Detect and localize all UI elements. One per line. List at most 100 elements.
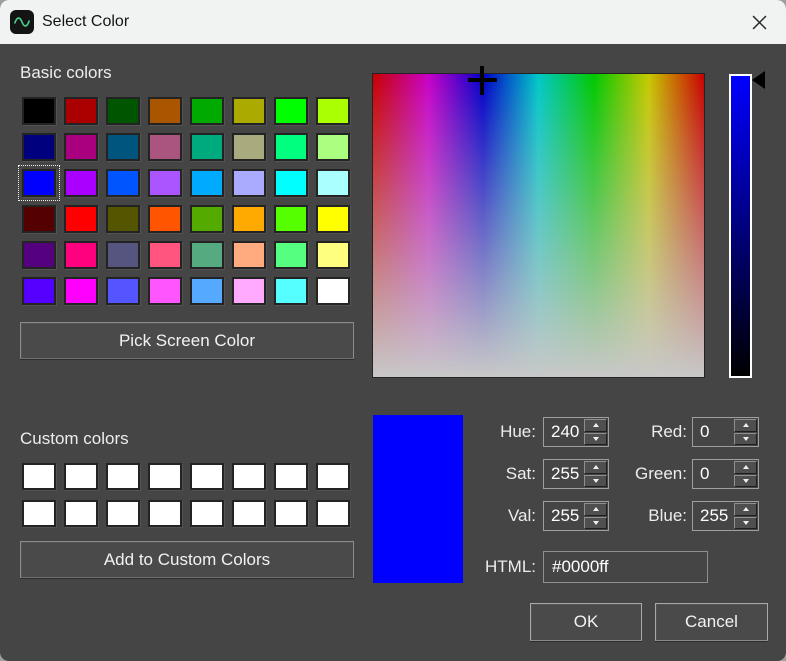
custom-color-swatch[interactable]: [106, 463, 140, 490]
custom-color-swatch[interactable]: [316, 500, 350, 527]
basic-color-swatch[interactable]: [190, 277, 224, 305]
basic-color-swatch[interactable]: [316, 277, 350, 305]
basic-color-swatch[interactable]: [274, 133, 308, 161]
basic-color-swatch[interactable]: [106, 97, 140, 125]
hue-sat-gradient[interactable]: [372, 73, 705, 378]
basic-color-swatch[interactable]: [22, 97, 56, 125]
custom-color-swatch[interactable]: [274, 463, 308, 490]
red-spin-up-button[interactable]: [734, 419, 757, 432]
basic-color-swatch[interactable]: [232, 169, 266, 197]
custom-color-swatch[interactable]: [316, 463, 350, 490]
custom-colors-label: Custom colors: [20, 429, 129, 449]
custom-color-swatch[interactable]: [106, 500, 140, 527]
close-icon: [752, 15, 767, 30]
basic-color-swatch[interactable]: [316, 205, 350, 233]
add-to-custom-colors-button[interactable]: Add to Custom Colors: [20, 541, 354, 578]
blue-value[interactable]: 255: [693, 502, 733, 530]
sat-label: Sat:: [420, 459, 536, 489]
basic-color-swatch[interactable]: [148, 133, 182, 161]
green-spin-down-button[interactable]: [734, 475, 757, 488]
basic-color-swatch[interactable]: [22, 241, 56, 269]
custom-color-swatch[interactable]: [64, 500, 98, 527]
html-color-input[interactable]: #0000ff: [543, 551, 708, 583]
custom-color-swatch[interactable]: [148, 463, 182, 490]
basic-color-swatch[interactable]: [274, 241, 308, 269]
basic-color-swatch[interactable]: [232, 205, 266, 233]
red-value[interactable]: 0: [693, 418, 733, 446]
green-spin-up-button[interactable]: [734, 461, 757, 474]
red-spin-buttons: [733, 418, 758, 446]
close-button[interactable]: [744, 7, 774, 37]
custom-color-swatch[interactable]: [274, 500, 308, 527]
custom-color-swatch[interactable]: [148, 500, 182, 527]
red-spinbox: 0: [692, 417, 759, 447]
basic-color-swatch[interactable]: [64, 97, 98, 125]
basic-color-swatch[interactable]: [64, 241, 98, 269]
custom-color-swatch[interactable]: [232, 500, 266, 527]
basic-color-swatch[interactable]: [148, 205, 182, 233]
value-slider[interactable]: [729, 74, 752, 378]
basic-color-swatch[interactable]: [190, 97, 224, 125]
custom-color-swatch[interactable]: [64, 463, 98, 490]
basic-color-swatch[interactable]: [148, 97, 182, 125]
basic-color-swatch[interactable]: [274, 277, 308, 305]
basic-color-swatch[interactable]: [190, 205, 224, 233]
basic-color-swatch[interactable]: [232, 277, 266, 305]
blue-spinbox: 255: [692, 501, 759, 531]
blue-spin-up-button[interactable]: [734, 503, 757, 516]
cancel-button[interactable]: Cancel: [655, 603, 768, 641]
ok-button[interactable]: OK: [530, 603, 642, 641]
basic-color-swatch[interactable]: [232, 241, 266, 269]
basic-color-swatch[interactable]: [106, 277, 140, 305]
basic-color-swatch[interactable]: [106, 241, 140, 269]
basic-color-swatch[interactable]: [64, 169, 98, 197]
basic-color-swatch[interactable]: [148, 277, 182, 305]
basic-color-swatch[interactable]: [64, 277, 98, 305]
basic-color-swatch[interactable]: [22, 277, 56, 305]
basic-color-swatch[interactable]: [190, 241, 224, 269]
custom-color-swatch[interactable]: [22, 463, 56, 490]
basic-color-swatch[interactable]: [106, 205, 140, 233]
basic-color-swatch[interactable]: [22, 205, 56, 233]
custom-color-swatch[interactable]: [190, 500, 224, 527]
custom-color-swatch[interactable]: [22, 500, 56, 527]
basic-color-swatch[interactable]: [64, 205, 98, 233]
basic-color-swatch[interactable]: [232, 97, 266, 125]
blue-label: Blue:: [570, 501, 687, 531]
custom-color-swatch[interactable]: [190, 463, 224, 490]
blue-spin-buttons: [733, 502, 758, 530]
arrow-up-icon: [743, 465, 749, 469]
blue-spin-down-button[interactable]: [734, 517, 757, 530]
screen: Select Color Basic colors Pick Screen Co…: [0, 0, 786, 661]
basic-color-swatch[interactable]: [22, 169, 56, 197]
basic-color-swatch[interactable]: [22, 133, 56, 161]
basic-color-swatch[interactable]: [274, 205, 308, 233]
basic-color-swatch[interactable]: [106, 133, 140, 161]
basic-color-swatch[interactable]: [148, 169, 182, 197]
basic-color-swatch[interactable]: [274, 97, 308, 125]
arrow-down-icon: [743, 437, 749, 441]
green-label: Green:: [570, 459, 687, 489]
basic-color-swatch[interactable]: [190, 133, 224, 161]
basic-color-swatch[interactable]: [64, 133, 98, 161]
basic-color-swatch[interactable]: [190, 169, 224, 197]
basic-color-swatch[interactable]: [148, 241, 182, 269]
red-spin-down-button[interactable]: [734, 433, 757, 446]
basic-color-swatch[interactable]: [316, 97, 350, 125]
titlebar[interactable]: Select Color: [0, 0, 786, 44]
green-value[interactable]: 0: [693, 460, 733, 488]
basic-color-swatch[interactable]: [106, 169, 140, 197]
picker-crosshair-bar[interactable]: [468, 78, 497, 82]
arrow-down-icon: [743, 521, 749, 525]
basic-color-swatch[interactable]: [316, 133, 350, 161]
sine-wave-icon: [12, 12, 32, 32]
custom-color-swatch[interactable]: [232, 463, 266, 490]
basic-colors-grid: [22, 97, 350, 305]
basic-color-swatch[interactable]: [232, 133, 266, 161]
basic-color-swatch[interactable]: [316, 241, 350, 269]
green-spin-buttons: [733, 460, 758, 488]
value-slider-arrow[interactable]: [752, 71, 765, 89]
basic-color-swatch[interactable]: [274, 169, 308, 197]
basic-color-swatch[interactable]: [316, 169, 350, 197]
pick-screen-color-button[interactable]: Pick Screen Color: [20, 322, 354, 359]
